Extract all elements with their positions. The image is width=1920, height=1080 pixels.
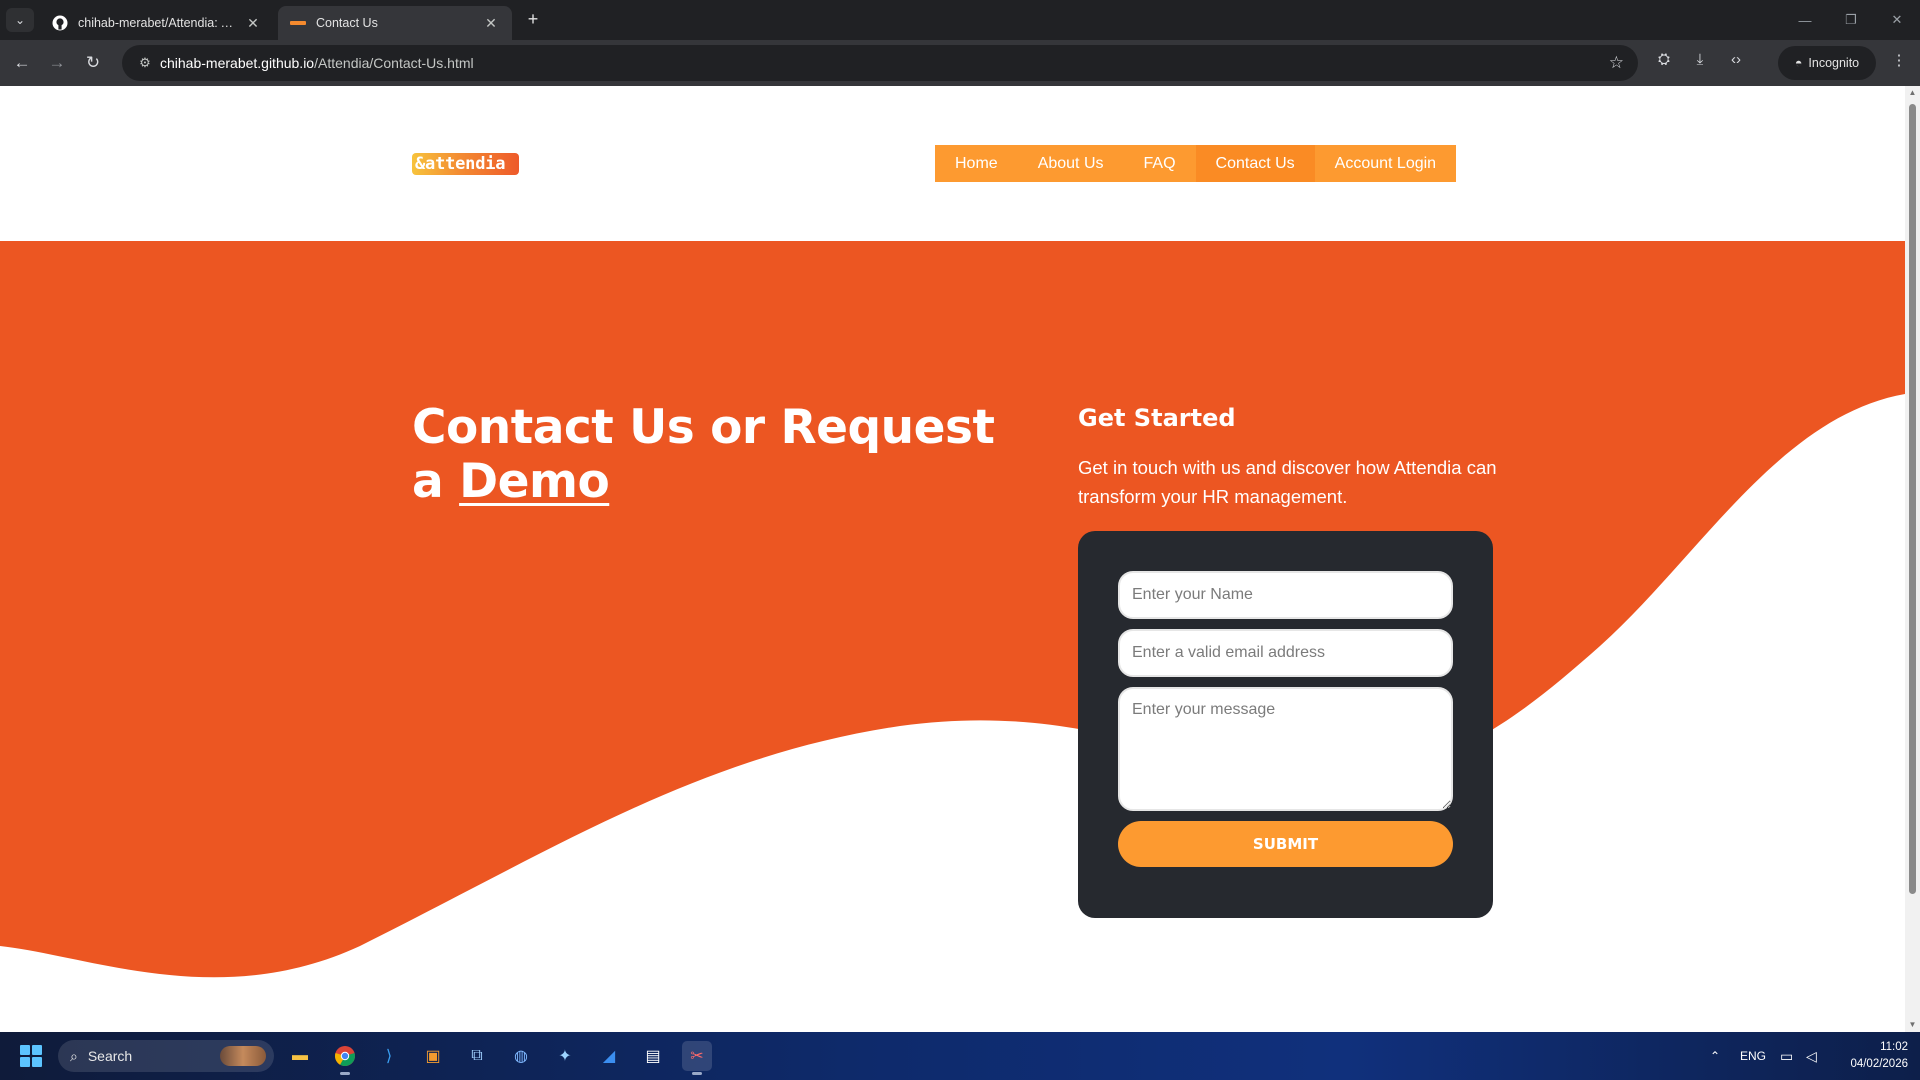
show-hidden-icons-chevron-icon[interactable]: ⌃ [1710, 1032, 1720, 1080]
chrome-logo-icon [335, 1046, 355, 1067]
windows-taskbar: ⌕ Search ▬ ⟩ ▣ ⧉ ◍ ✦ ◢ ▤ ✂ ⌃ ENG ▭ ◁ 11:… [0, 1032, 1920, 1080]
wave-app-icon[interactable]: ◢ [594, 1041, 624, 1071]
browser-tab-bar: ⌄ chihab-merabet/Attendia: Attendia ✕ Co… [0, 0, 1920, 40]
window-close-icon[interactable]: ✕ [1874, 0, 1920, 40]
hero-title-prefix: a [412, 454, 460, 509]
diagram-app-icon[interactable]: ✦ [550, 1041, 580, 1071]
page-scrollbar[interactable]: ▲ ▼ [1905, 86, 1920, 1032]
incognito-indicator[interactable]: ◓ Incognito [1778, 46, 1876, 80]
nav-faq[interactable]: FAQ [1124, 145, 1196, 182]
email-input[interactable] [1118, 629, 1453, 677]
site-info-icon[interactable]: ⚙ [130, 55, 160, 71]
attendia-logo[interactable]: &attendia [412, 153, 519, 175]
chrome-icon[interactable] [330, 1041, 360, 1075]
incognito-icon: ◓ [1794, 56, 1803, 70]
language-indicator[interactable]: ENG [1740, 1032, 1766, 1080]
page-viewport: &attendia Home About Us FAQ Contact Us A… [0, 86, 1905, 1032]
contact-form: SUBMIT [1078, 531, 1493, 918]
nav-home[interactable]: Home [935, 145, 1018, 182]
app-squares-icon[interactable]: ▣ [418, 1041, 448, 1071]
demo-link[interactable]: Demo [459, 454, 610, 509]
nav-about-us[interactable]: About Us [1018, 145, 1124, 182]
browser-tab-contact-us[interactable]: Contact Us ✕ [278, 6, 512, 40]
clock-time: 11:02 [1880, 1041, 1908, 1053]
tab-close-icon[interactable]: ✕ [482, 15, 500, 32]
submit-button[interactable]: SUBMIT [1118, 821, 1453, 867]
tab-title: Contact Us [316, 16, 378, 30]
search-highlight-art [220, 1046, 266, 1066]
main-navigation: Home About Us FAQ Contact Us Account Log… [935, 145, 1457, 182]
network-icon[interactable]: ▭ [1780, 1032, 1793, 1080]
nav-account-login[interactable]: Account Login [1315, 145, 1456, 182]
message-textarea[interactable] [1118, 687, 1453, 811]
attendia-favicon-icon [290, 21, 306, 25]
github-icon [52, 15, 68, 31]
network-tool-icon[interactable]: ⧉ [462, 1041, 492, 1071]
windows-start-icon[interactable] [20, 1045, 42, 1067]
vscode-icon[interactable]: ⟩ [374, 1041, 404, 1071]
incognito-label: Incognito [1808, 56, 1860, 70]
incognito-spy-icon[interactable]: ⛭ [1652, 51, 1676, 75]
get-started-title: Get Started [1078, 404, 1236, 432]
tab-close-icon[interactable]: ✕ [244, 15, 262, 32]
hero-title: Contact Us or Request a Demo [412, 401, 1012, 509]
get-started-description: Get in touch with us and discover how At… [1078, 457, 1497, 507]
browser-menu-kebab-icon[interactable]: ⋮ [1887, 51, 1911, 75]
scroll-up-arrow-icon[interactable]: ▲ [1908, 88, 1917, 97]
tab-search-chevron-icon[interactable]: ⌄ [6, 8, 34, 32]
browser-toolbar: ← → ↻ ⚙ chihab-merabet.github.io/Attendi… [0, 40, 1920, 86]
back-arrow-icon[interactable]: ← [8, 49, 36, 77]
remote-desktop-icon[interactable]: ▤ [638, 1041, 668, 1071]
shield-app-icon[interactable]: ◍ [506, 1041, 536, 1071]
volume-icon[interactable]: ◁ [1806, 1032, 1817, 1080]
hero-title-line1: Contact Us or Request [412, 400, 995, 455]
scroll-down-arrow-icon[interactable]: ▼ [1908, 1020, 1917, 1029]
nav-contact-us[interactable]: Contact Us [1195, 145, 1315, 182]
bookmark-star-icon[interactable]: ☆ [1609, 53, 1624, 73]
running-indicator [340, 1072, 350, 1075]
clock-date: 04/02/2026 [1850, 1058, 1908, 1070]
file-explorer-icon[interactable]: ▬ [285, 1041, 315, 1071]
devtools-code-icon[interactable]: ‹› [1724, 51, 1748, 75]
name-input[interactable] [1118, 571, 1453, 619]
scrollbar-thumb[interactable] [1909, 104, 1916, 894]
snipping-tool-icon[interactable]: ✂ [682, 1041, 712, 1075]
forward-arrow-icon[interactable]: → [43, 49, 71, 77]
reload-icon[interactable]: ↻ [79, 49, 107, 77]
search-icon: ⌕ [70, 1047, 78, 1064]
taskbar-search-box[interactable]: ⌕ Search [58, 1040, 274, 1072]
taskbar-search-label: Search [87, 1048, 133, 1064]
taskbar-clock[interactable]: 11:02 04/02/2026 [1834, 1039, 1908, 1073]
browser-tab-github[interactable]: chihab-merabet/Attendia: Attendia ✕ [40, 6, 274, 40]
new-tab-plus-icon[interactable]: + [520, 8, 546, 32]
tab-title: chihab-merabet/Attendia: Attendia [78, 16, 238, 30]
minimize-icon[interactable]: — [1782, 0, 1828, 40]
running-indicator [692, 1072, 702, 1075]
restore-icon[interactable]: ❐ [1828, 0, 1874, 40]
address-bar[interactable]: ⚙ chihab-merabet.github.io/Attendia/Cont… [122, 45, 1638, 81]
url-text: chihab-merabet.github.io/Attendia/Contac… [160, 55, 474, 71]
hero-orange-wave-background [0, 241, 1905, 978]
download-icon[interactable]: ⤓ [1688, 51, 1712, 75]
